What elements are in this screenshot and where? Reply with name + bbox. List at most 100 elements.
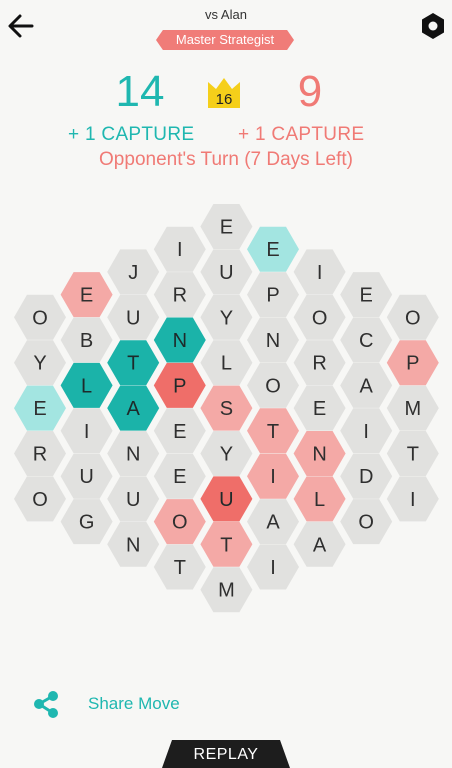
hex-tile[interactable]: T <box>107 340 160 386</box>
hex-tile-letter: E <box>80 285 93 307</box>
hex-tile[interactable]: J <box>107 249 160 295</box>
settings-button[interactable] <box>418 10 448 42</box>
hex-tile[interactable]: A <box>340 362 393 408</box>
hex-tile[interactable]: D <box>340 453 393 499</box>
hex-tile[interactable]: E <box>247 226 299 272</box>
hex-tile-letter: P <box>173 375 186 397</box>
hex-tile[interactable]: L <box>200 340 253 386</box>
hex-tile-letter: O <box>32 489 48 511</box>
hex-tile-letter: G <box>79 512 95 534</box>
hex-tile[interactable]: I <box>153 226 206 272</box>
hex-tile-letter: M <box>218 580 235 602</box>
hexagon-settings-icon <box>422 13 444 39</box>
hex-tile[interactable]: E <box>293 385 346 431</box>
hex-tile[interactable]: E <box>340 272 393 318</box>
hex-tile[interactable]: C <box>340 317 393 363</box>
player-score: 14 <box>115 67 165 116</box>
hex-tile[interactable]: U <box>107 294 160 340</box>
hex-tile[interactable]: Y <box>200 431 253 476</box>
hex-tile-letter: I <box>270 466 276 488</box>
hex-tile-letter: D <box>359 466 373 488</box>
hex-tile[interactable]: N <box>247 317 299 363</box>
hex-tile[interactable]: N <box>153 317 206 363</box>
hex-tile-letter: O <box>405 307 421 329</box>
hex-tile[interactable]: E <box>60 272 113 318</box>
turn-status: Opponent's Turn (7 Days Left) <box>99 149 353 170</box>
hex-tile-letter: T <box>174 557 186 579</box>
hex-tile[interactable]: M <box>200 567 253 613</box>
player-capture-label: + 1 CAPTURE <box>68 124 195 145</box>
replay-button[interactable]: REPLAY <box>162 740 290 768</box>
hex-tile[interactable]: U <box>200 249 253 295</box>
hex-tile[interactable]: T <box>200 521 253 567</box>
hex-tile[interactable]: O <box>386 294 439 340</box>
hex-tile[interactable]: E <box>153 408 206 454</box>
hex-tile[interactable]: N <box>293 431 346 476</box>
hex-tile-letter: L <box>314 489 325 511</box>
hex-tile[interactable]: I <box>293 249 346 295</box>
crown-icon: 16 <box>208 78 240 108</box>
hex-tile[interactable]: N <box>107 521 160 567</box>
hex-tile[interactable]: I <box>386 476 439 522</box>
opponent-name: vs Alan <box>205 7 247 22</box>
hex-tile[interactable]: I <box>247 544 299 590</box>
hex-tile[interactable]: E <box>153 453 206 499</box>
rank-badge: Master Strategist <box>156 30 294 50</box>
hex-tile[interactable]: M <box>386 385 439 431</box>
hex-tile[interactable]: N <box>107 431 160 476</box>
hex-tile[interactable]: A <box>247 499 299 545</box>
hex-tile[interactable]: I <box>247 453 299 499</box>
hex-tile[interactable]: E <box>14 385 66 431</box>
hex-tile[interactable]: O <box>153 499 206 545</box>
hex-tile-letter: I <box>317 262 323 284</box>
hex-tile[interactable]: B <box>60 317 113 363</box>
hex-tile-letter: R <box>312 353 326 375</box>
hex-tile[interactable]: S <box>200 385 253 431</box>
crown-badge: 16 <box>206 74 242 110</box>
hex-tile-letter: J <box>128 262 138 284</box>
hex-tile-letter: M <box>404 398 421 420</box>
hex-tile-letter: N <box>312 444 326 466</box>
hex-tile[interactable]: T <box>386 431 439 476</box>
hex-tile-letter: P <box>406 353 419 375</box>
hex-tile-letter: N <box>126 534 140 556</box>
hex-tile[interactable]: P <box>386 340 439 386</box>
share-icon <box>34 691 58 718</box>
hex-tile[interactable]: Y <box>200 294 253 340</box>
hex-tile[interactable]: O <box>14 294 66 340</box>
hex-tile[interactable]: L <box>293 476 346 522</box>
hex-tile[interactable]: A <box>293 521 346 567</box>
hex-tile[interactable]: I <box>340 408 393 454</box>
hex-tile[interactable]: L <box>60 362 113 408</box>
hex-tile[interactable]: E <box>200 204 253 249</box>
hex-tile-letter: N <box>173 330 187 352</box>
hex-tile[interactable]: Y <box>14 340 66 386</box>
game-board: O Y E R O E B L I U G J U T A N U N I R N P E E O T E U Y L S Y U T M E P N O T… <box>14 204 439 613</box>
hex-tile[interactable]: P <box>153 362 206 408</box>
hex-tile-letter: O <box>32 307 48 329</box>
hex-tile[interactable]: O <box>247 362 299 408</box>
hex-tile[interactable]: O <box>340 499 393 545</box>
hex-tile-letter: I <box>177 239 183 261</box>
hex-tile[interactable]: R <box>293 340 346 386</box>
hex-tile[interactable]: R <box>153 272 206 318</box>
hex-tile[interactable]: T <box>247 408 299 454</box>
hex-tile[interactable]: A <box>107 385 160 431</box>
hex-tile[interactable]: R <box>14 431 66 476</box>
hex-tile-letter: A <box>127 398 141 420</box>
hex-tile[interactable]: U <box>107 476 160 522</box>
hex-tile[interactable]: U <box>200 476 253 522</box>
hex-tile-letter: O <box>265 375 281 397</box>
hex-tile[interactable]: O <box>14 476 66 522</box>
hex-tile-letter: Y <box>220 444 233 466</box>
hex-tile[interactable]: I <box>60 408 113 454</box>
hex-tile[interactable]: O <box>293 294 346 340</box>
replay-label: REPLAY <box>193 746 259 763</box>
hex-tile[interactable]: G <box>60 499 113 545</box>
hex-tile-letter: B <box>80 330 93 352</box>
hex-tile-letter: U <box>219 262 233 284</box>
hex-tile[interactable]: T <box>153 544 206 590</box>
hex-tile[interactable]: U <box>60 453 113 499</box>
hex-tile[interactable]: P <box>247 272 299 318</box>
share-move-button[interactable]: Share Move <box>30 686 200 722</box>
